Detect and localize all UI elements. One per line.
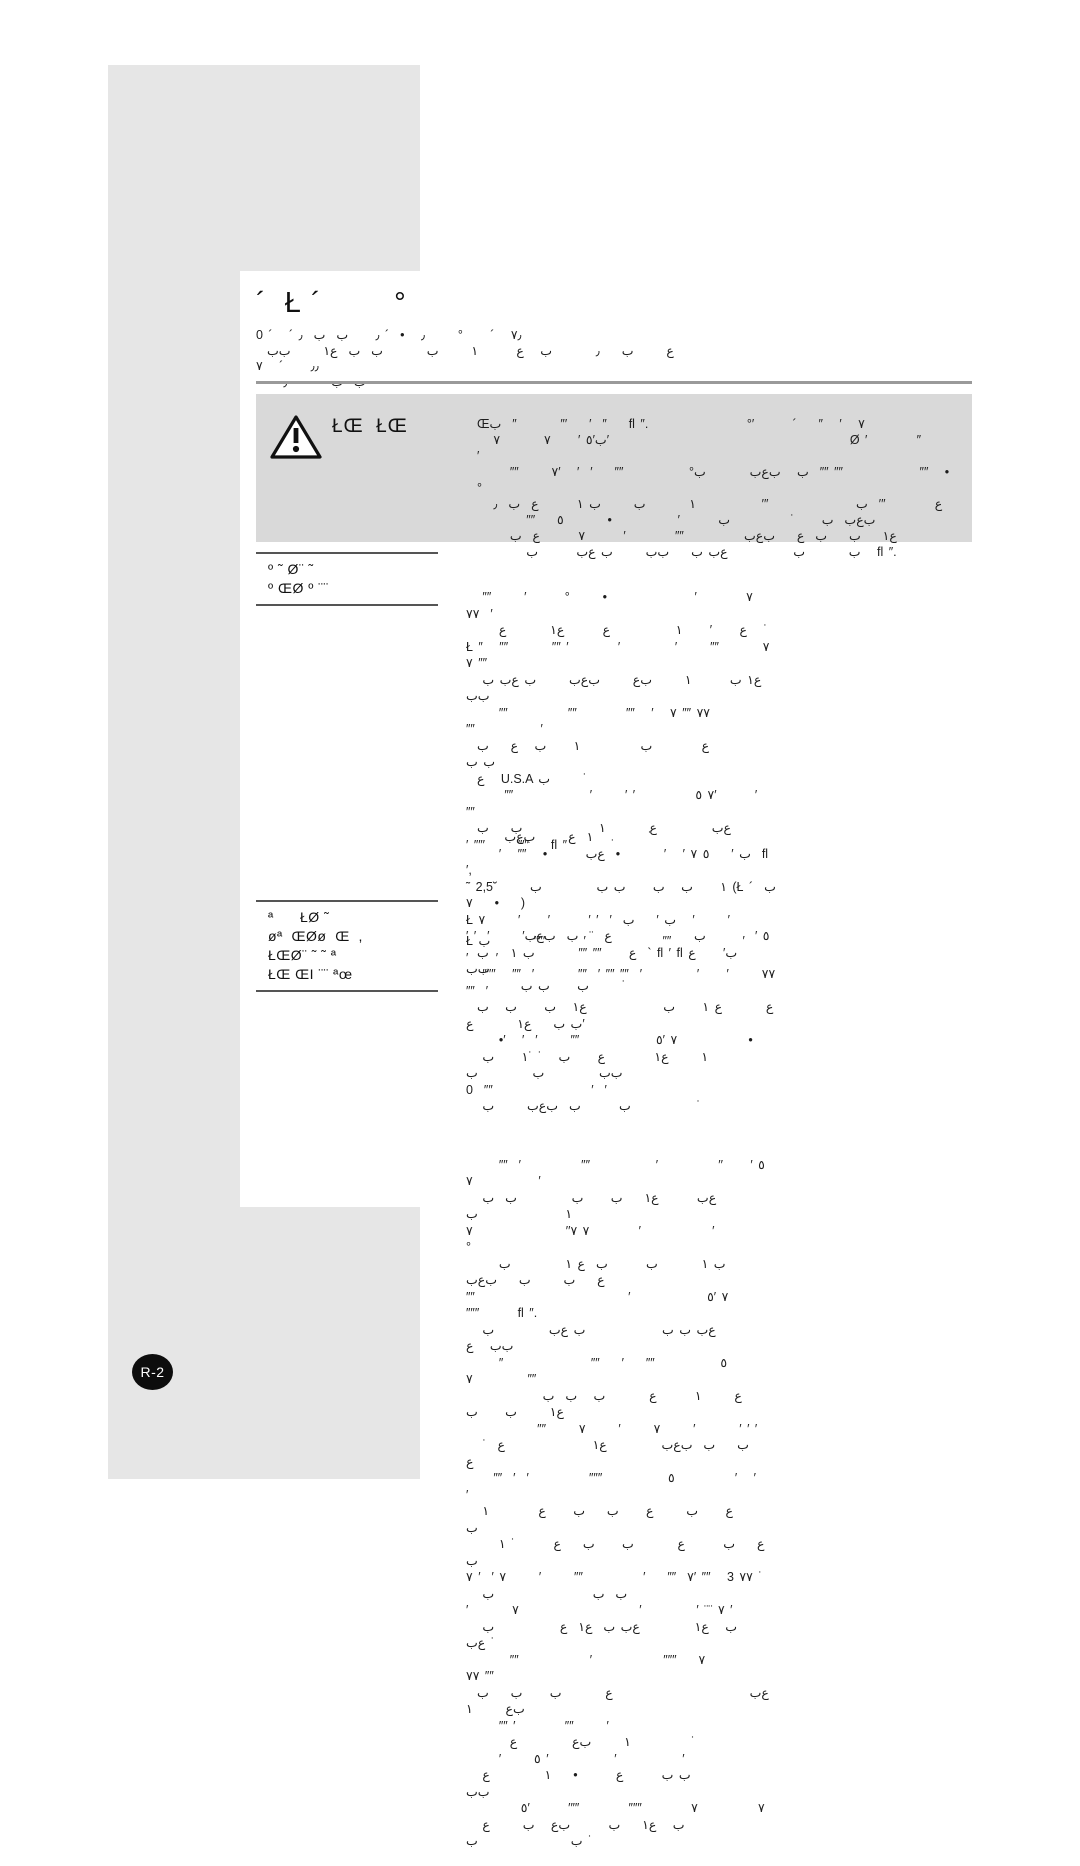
page-decoration-panel-spine [108, 271, 240, 1207]
warning-triangle-icon [270, 414, 332, 460]
warning-heading: ŁŒ ŁŒ [332, 416, 408, 437]
section-heading-installation: º ˜ Ø¨ ˜ º ŒØ º ¨¨ [256, 552, 438, 606]
page-title-block: ´ Ł ´ ° 0 ´ ´ ٧٫ ´ ° ٫ • ´ ٫ ب ب ٫ ﻉ ﺏ ٫… [256, 286, 972, 390]
section-body-power-supply: Ł ﺏ ″″′ ′ ″″ ′ ′ ′ ″″″ ″″ ′ ″″ ′ ″″ ″″ ′… [466, 900, 776, 1866]
body-paragraph: ″″ ′ ″″ ′ ′٥ ′ ′ ′ ٧ ﻉﺏ ﻉ١ ﺏ ﺏ ﺏ ﺏ ١ ﺏ ٧… [466, 1157, 769, 1849]
title-divider-rule [256, 381, 972, 384]
warning-body: Œﺏ ″ ″′ ′ ″ fl ″. °′ ´ ″ ′ ٧ ﺏ′٥ ′ ٧ ٧′ … [477, 417, 950, 559]
section-heading-power-supply: ª ŁØ ˜ øª ŒØø Œ , ŁŒØ¨ ˜ ˜ ª ŁŒ ŒI ¨¨ ªœ [256, 900, 438, 992]
page-decoration-panel-bottom [108, 1207, 420, 1479]
page-number-badge: R-2 [132, 1354, 173, 1390]
body-paragraph: Ł ﺏ ″″′ ′ ″″ ′ ′ ′ ″″″ ″″ ′ ″″ ′ ″″ ″″ ′… [466, 934, 776, 1113]
page-title: ´ Ł ´ ° [256, 287, 407, 319]
page-decoration-panel-top [108, 65, 420, 271]
warning-panel: ŁŒ ŁŒ Œﺏ ″ ″′ ′ ″ fl ″. °′ ´ ″ ′ ٧ ﺏ′٥ ′… [256, 394, 972, 559]
